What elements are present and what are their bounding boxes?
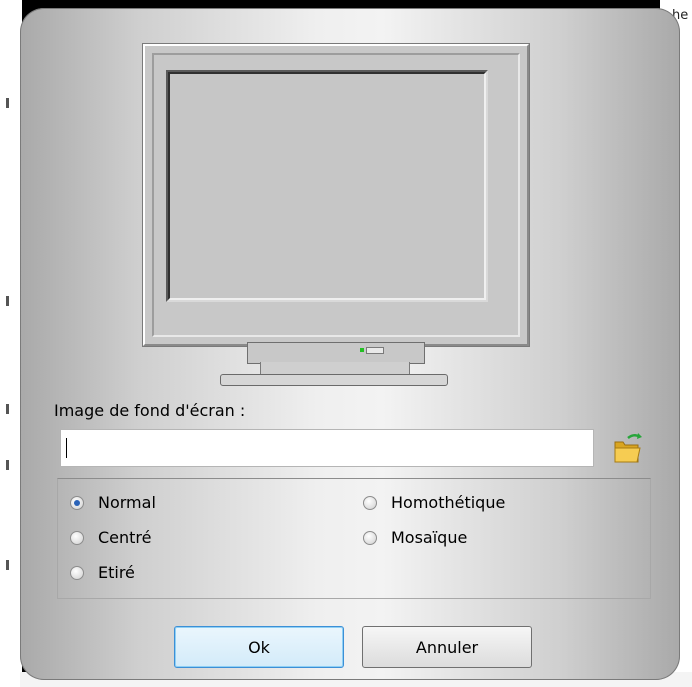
ok-button[interactable]: Ok (174, 626, 344, 668)
option-label: Etiré (98, 563, 135, 582)
monitor-neck (247, 342, 425, 364)
radio-mosaique[interactable] (363, 530, 377, 545)
background-text-fragment (6, 404, 9, 414)
monitor-preview (143, 44, 529, 346)
radio-normal[interactable] (70, 495, 84, 510)
option-label: Centré (98, 528, 152, 547)
wallpaper-label: Image de fond d'écran : (54, 401, 246, 420)
option-normal[interactable]: Normal (70, 493, 156, 512)
option-mosaique[interactable]: Mosaïque (363, 528, 467, 547)
monitor-button-icon (366, 347, 384, 354)
browse-button[interactable] (610, 430, 644, 466)
monitor-screen-inner (168, 72, 486, 300)
display-mode-group: Normal Centré Etiré Homothétique Mosaïqu… (57, 478, 651, 599)
radio-centre[interactable] (70, 530, 84, 545)
cancel-button[interactable]: Annuler (362, 626, 532, 668)
power-led-icon (360, 348, 364, 352)
text-caret (66, 438, 67, 458)
monitor-screen (166, 70, 488, 302)
background-text-fragment (6, 296, 9, 306)
radio-homothetique[interactable] (363, 495, 377, 510)
option-label: Normal (98, 493, 156, 512)
radio-etire[interactable] (70, 565, 84, 580)
background-text-fragment (6, 560, 9, 570)
wallpaper-dialog: Image de fond d'écran : Normal Centré Et… (20, 8, 680, 680)
wallpaper-path-input[interactable] (60, 429, 594, 467)
option-label: Homothétique (391, 493, 506, 512)
option-etire[interactable]: Etiré (70, 563, 135, 582)
option-label: Mosaïque (391, 528, 468, 547)
monitor-stand (260, 362, 410, 374)
option-centre[interactable]: Centré (70, 528, 152, 547)
background-window-left (0, 0, 22, 687)
background-text-fragment (6, 98, 9, 108)
folder-open-icon (614, 433, 642, 463)
option-homothetique[interactable]: Homothétique (363, 493, 505, 512)
background-text-fragment (6, 460, 9, 470)
monitor-base (220, 374, 448, 386)
